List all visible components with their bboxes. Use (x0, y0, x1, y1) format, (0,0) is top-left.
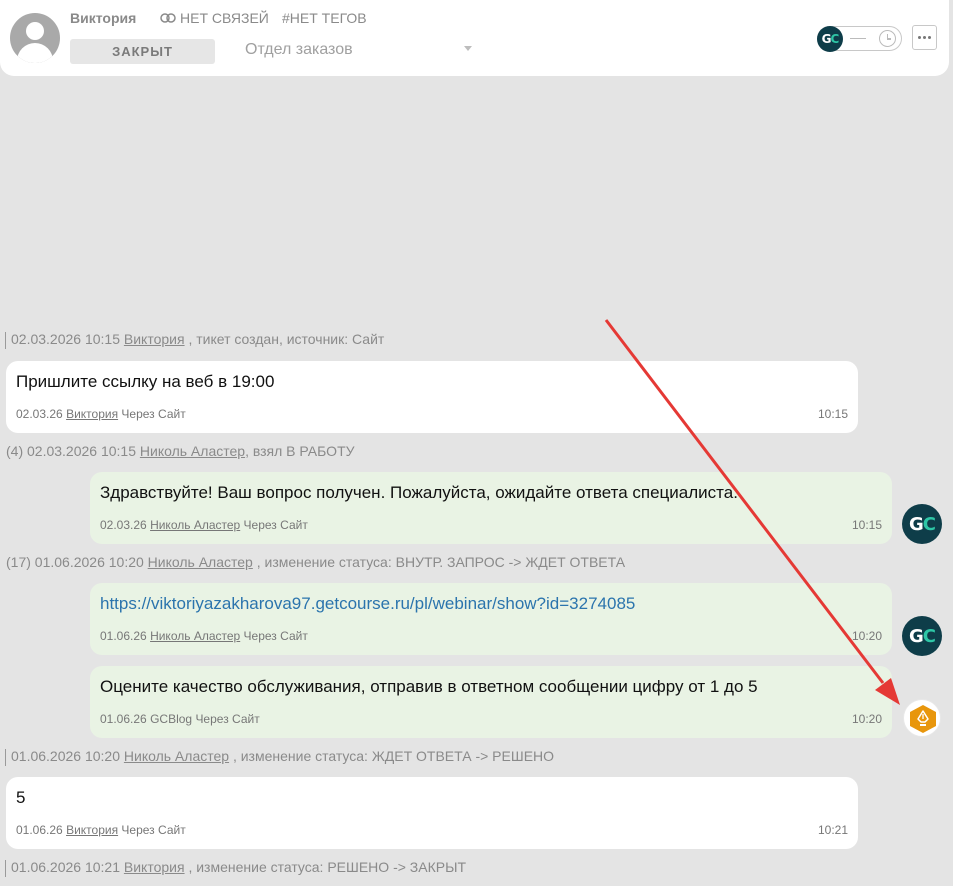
event-description: , тикет создан, источник: Сайт (184, 331, 385, 347)
timeline-event: 01.06.2026 10:21 Виктория , изменение ст… (5, 859, 466, 877)
gc-avatar-icon: GC (902, 504, 942, 544)
event-divider (5, 748, 6, 766)
message-text: Пришлите ссылку на веб в 19:00 (16, 372, 275, 391)
message-incoming: 5 01.06.26 Виктория Через Сайт 10:21 (6, 777, 858, 849)
message-source: Через Сайт (243, 629, 308, 643)
message-date: 02.03.26 (100, 518, 147, 532)
message-author-link[interactable]: Виктория (66, 823, 118, 837)
avatar-head (26, 22, 44, 40)
bot-avatar-icon (903, 699, 941, 737)
event-divider (5, 331, 6, 349)
event-divider (5, 859, 6, 877)
message-time: 10:21 (817, 823, 848, 837)
toggle-track (850, 38, 866, 39)
event-user-link[interactable]: Виктория (124, 331, 185, 347)
contact-avatar[interactable] (10, 13, 60, 63)
message-date: 01.06.26 (100, 629, 147, 643)
event-description: , изменение статуса: ВНУТР. ЗАПРОС -> ЖД… (252, 554, 626, 570)
event-timestamp: (17) 01.06.2026 10:20 (6, 554, 144, 570)
event-description: , изменение статуса: РЕШЕНО -> ЗАКРЫТ (184, 859, 467, 875)
message-author-link[interactable]: Николь Аластер (150, 518, 240, 532)
message-meta: 01.06.26 GCBlog Через Сайт (100, 712, 260, 726)
clock-icon (879, 30, 896, 47)
timeline-event: 02.03.2026 10:15 Виктория , тикет создан… (5, 331, 384, 349)
message-author: GCBlog (150, 712, 193, 726)
message-date: 01.06.26 (16, 823, 63, 837)
link-icon (160, 13, 176, 23)
message-meta: 01.06.26 Николь Аластер Через Сайт (100, 629, 308, 643)
message-meta: 01.06.26 Виктория Через Сайт (16, 823, 186, 837)
event-timestamp: 02.03.2026 10:15 (11, 331, 120, 347)
message-outgoing: Оцените качество обслуживания, отправив … (90, 666, 892, 738)
event-user-link[interactable]: Виктория (124, 859, 185, 875)
message-author-link[interactable]: Николь Аластер (150, 629, 240, 643)
dot-icon (923, 36, 926, 39)
event-user-link[interactable]: Николь Аластер (140, 443, 245, 459)
contact-name[interactable]: Виктория (70, 10, 136, 26)
status-badge[interactable]: ЗАКРЫТ (70, 39, 215, 64)
message-outgoing: https://viktoriyazakharova97.getcourse.r… (90, 583, 892, 655)
message-meta: 02.03.26 Николь Аластер Через Сайт (100, 518, 308, 532)
event-timestamp: 01.06.2026 10:20 (11, 748, 120, 764)
pen-nib-icon (917, 710, 929, 726)
message-source: Через Сайт (243, 518, 308, 532)
tags-button[interactable]: #НЕТ ТЕГОВ (282, 10, 367, 26)
message-source: Через Сайт (121, 823, 186, 837)
message-date: 01.06.26 (100, 712, 147, 726)
message-outgoing: Здравствуйте! Ваш вопрос получен. Пожалу… (90, 472, 892, 544)
event-timestamp: (4) 02.03.2026 10:15 (6, 443, 136, 459)
message-text: Здравствуйте! Ваш вопрос получен. Пожалу… (100, 483, 738, 502)
event-timestamp: 01.06.2026 10:21 (11, 859, 120, 875)
event-description: , изменение статуса: ЖДЕТ ОТВЕТА -> РЕШЕ… (229, 748, 555, 764)
message-time: 10:20 (851, 712, 882, 726)
gc-avatar-icon: GC (902, 616, 942, 656)
event-user-link[interactable]: Николь Аластер (124, 748, 229, 764)
more-options-button[interactable] (912, 25, 937, 50)
message-author-link[interactable]: Виктория (66, 407, 118, 421)
links-button[interactable]: НЕТ СВЯЗЕЙ (160, 10, 269, 26)
message-source: Через Сайт (121, 407, 186, 421)
message-text: Оцените качество обслуживания, отправив … (100, 677, 758, 696)
message-incoming: Пришлите ссылку на веб в 19:00 02.03.26 … (6, 361, 858, 433)
assign-toggle[interactable]: GC (817, 26, 902, 52)
message-link[interactable]: https://viktoriyazakharova97.getcourse.r… (100, 594, 635, 614)
timeline-event: 01.06.2026 10:20 Николь Аластер , измене… (5, 748, 554, 766)
dot-icon (928, 36, 931, 39)
dot-icon (918, 36, 921, 39)
message-text: 5 (16, 788, 26, 807)
message-time: 10:15 (851, 518, 882, 532)
department-select[interactable]: Отдел заказов (245, 41, 353, 59)
event-description: , взял В РАБОТУ (245, 443, 355, 459)
timeline-event: (17) 01.06.2026 10:20 Николь Аластер , и… (6, 554, 625, 570)
gc-logo-icon: GC (817, 26, 843, 52)
timeline-event: (4) 02.03.2026 10:15 Николь Аластер, взя… (6, 443, 355, 459)
message-source: Через Сайт (195, 712, 260, 726)
message-time: 10:15 (817, 407, 848, 421)
message-meta: 02.03.26 Виктория Через Сайт (16, 407, 186, 421)
links-label: НЕТ СВЯЗЕЙ (180, 10, 269, 26)
chevron-down-icon[interactable] (464, 46, 472, 51)
avatar-body (17, 43, 53, 63)
event-user-link[interactable]: Николь Аластер (148, 554, 253, 570)
message-time: 10:20 (851, 629, 882, 643)
message-date: 02.03.26 (16, 407, 63, 421)
ticket-header: Виктория НЕТ СВЯЗЕЙ #НЕТ ТЕГОВ ЗАКРЫТ От… (0, 0, 949, 76)
